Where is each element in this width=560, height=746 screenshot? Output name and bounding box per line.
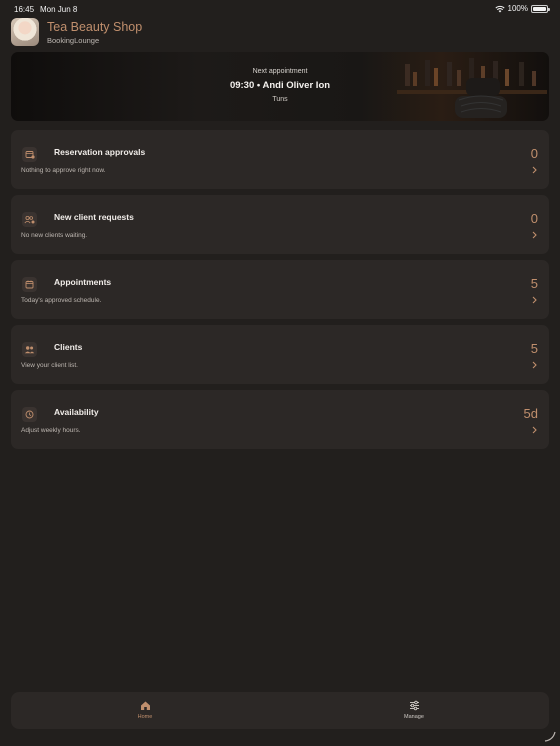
appointments-card[interactable]: Appointments Today's approved schedule. … [11, 260, 549, 319]
shop-subtitle: BookingLounge [47, 35, 100, 45]
home-icon [140, 701, 150, 710]
tab-manage[interactable]: Manage [384, 700, 444, 720]
card-title: Appointments [54, 277, 112, 287]
new-client-requests-card[interactable]: New client requests No new clients waiti… [11, 195, 549, 254]
battery-fill [533, 6, 546, 11]
reservation-approvals-card[interactable]: Reservation approvals Nothing to approve… [11, 130, 549, 189]
wifi-icon [494, 5, 505, 12]
clock-icon [22, 407, 37, 422]
client-request-icon [22, 212, 37, 227]
avatar[interactable] [11, 18, 39, 46]
next-appointment-banner[interactable]: Next appointment 09:30 • Andi Oliver Ion… [11, 52, 549, 121]
tab-bar: Home Manage [11, 692, 549, 729]
chevron-right-icon [532, 361, 537, 369]
card-count: 0 [530, 146, 538, 161]
chevron-right-icon [532, 426, 537, 434]
status-date: Mon Jun 8 [40, 5, 78, 14]
shop-header-text: Tea Beauty Shop BookingLounge [47, 20, 142, 45]
chevron-right-icon [532, 166, 537, 174]
chevron-right-icon [532, 231, 537, 239]
shop-header: Tea Beauty Shop BookingLounge [11, 17, 142, 47]
card-title: Reservation approvals [54, 147, 146, 157]
sliders-icon [409, 700, 419, 711]
calendar-icon [22, 277, 37, 292]
card-title: Availability [54, 407, 99, 417]
shop-name: Tea Beauty Shop [47, 19, 143, 34]
card-count: 0 [530, 211, 538, 226]
next-appointment-title: 09:30 • Andi Oliver Ion [229, 80, 331, 91]
reservation-icon [22, 147, 37, 162]
clients-icon [22, 342, 37, 357]
battery-percentage: 100% [507, 4, 528, 13]
chevron-right-icon [532, 296, 537, 304]
clients-card[interactable]: Clients View your client list. 5 [11, 325, 549, 384]
card-title: New client requests [54, 212, 134, 222]
availability-card[interactable]: Availability Adjust weekly hours. 5d [11, 390, 549, 449]
tab-home-label: Home [137, 714, 153, 720]
status-time: 16:45 [14, 5, 35, 14]
appointment-service: Tuns [272, 96, 288, 103]
banner-text: Next appointment 09:30 • Andi Oliver Ion… [11, 68, 549, 103]
card-count: 5 [530, 341, 538, 356]
card-description: View your client list. [21, 362, 78, 369]
card-description: Adjust weekly hours. [21, 427, 81, 434]
card-description: No new clients waiting. [21, 232, 88, 239]
status-indicators: 100% [494, 4, 550, 13]
card-title: Clients [54, 342, 83, 352]
status-bar: 16:45 Mon Jun 8 100% [0, 0, 560, 16]
resize-handle-icon[interactable] [544, 730, 556, 742]
tab-manage-label: Manage [404, 714, 424, 720]
banner-kicker: Next appointment [252, 68, 308, 75]
card-description: Today's approved schedule. [21, 297, 102, 304]
battery-icon [531, 4, 550, 13]
card-count: 5 [530, 276, 538, 291]
tab-home[interactable]: Home [115, 700, 175, 720]
card-count: 5d [523, 406, 538, 421]
card-description: Nothing to approve right now. [21, 167, 106, 174]
